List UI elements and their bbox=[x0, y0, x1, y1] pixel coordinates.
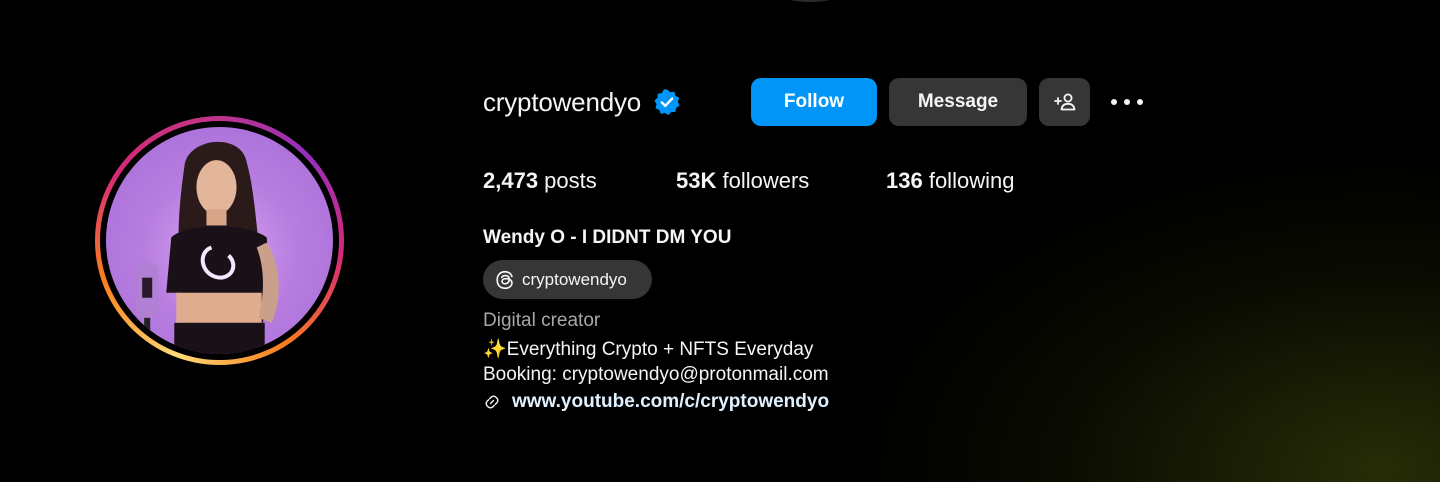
top-edge-element bbox=[780, 0, 840, 2]
bio-line: ✨Everything Crypto + NFTS Everyday bbox=[483, 339, 814, 360]
more-options-button[interactable] bbox=[1102, 78, 1152, 126]
follow-button[interactable]: Follow bbox=[751, 78, 877, 126]
followers-stat[interactable]: 53K followers bbox=[676, 168, 886, 194]
posts-count: 2,473 bbox=[483, 168, 539, 193]
threads-icon bbox=[496, 270, 513, 289]
category-label: Digital creator bbox=[483, 310, 601, 331]
verified-badge-icon bbox=[654, 89, 680, 116]
link-icon bbox=[485, 395, 499, 409]
following-label: following bbox=[922, 168, 1015, 193]
external-link-text[interactable]: www.youtube.com/c/cryptowendyo bbox=[512, 391, 829, 413]
profile-stats: 2,473 posts 53K followers 136 following bbox=[483, 168, 1014, 194]
external-link[interactable]: www.youtube.com/c/cryptowendyo bbox=[483, 391, 829, 413]
story-ring[interactable] bbox=[95, 116, 344, 365]
message-button[interactable]: Message bbox=[889, 78, 1027, 126]
avatar-gap bbox=[100, 121, 339, 360]
following-stat[interactable]: 136 following bbox=[886, 168, 1014, 194]
suggested-users-button[interactable] bbox=[1039, 78, 1090, 126]
add-person-icon bbox=[1053, 93, 1075, 111]
avatar-image bbox=[136, 141, 279, 354]
avatar[interactable] bbox=[106, 127, 333, 354]
followers-label: followers bbox=[716, 168, 810, 193]
threads-handle: cryptowendyo bbox=[522, 269, 627, 289]
posts-label: posts bbox=[538, 168, 597, 193]
followers-count: 53K bbox=[676, 168, 717, 193]
more-horizontal-icon bbox=[1111, 99, 1143, 105]
full-name: Wendy O - I DIDNT DM YOU bbox=[483, 227, 732, 248]
username: cryptowendyo bbox=[483, 86, 642, 117]
bio-line: Booking: cryptowendyo@protonmail.com bbox=[483, 364, 829, 385]
profile-title-row: cryptowendyo Follow Message bbox=[483, 78, 1143, 126]
following-count: 136 bbox=[886, 168, 923, 193]
posts-stat: 2,473 posts bbox=[483, 168, 676, 194]
threads-badge[interactable]: cryptowendyo bbox=[483, 260, 652, 299]
